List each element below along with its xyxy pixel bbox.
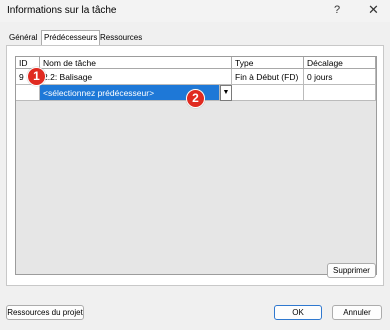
new-row-lag-cell[interactable]: [304, 85, 376, 101]
tab-resources[interactable]: Ressources: [100, 31, 142, 44]
help-button[interactable]: ?: [334, 4, 340, 16]
tab-panel: ID Nom de tâche Type Décalage 9 2.2: Bal…: [6, 45, 384, 286]
new-row-id-cell[interactable]: [16, 85, 40, 101]
header-type: Type: [232, 57, 304, 69]
close-button[interactable]: ✕: [368, 2, 379, 18]
ok-button[interactable]: OK: [274, 305, 322, 320]
header-task-name: Nom de tâche: [40, 57, 232, 69]
step-badge-2: 2: [186, 89, 205, 108]
chevron-down-icon[interactable]: ▼: [220, 85, 232, 101]
tab-predecessors[interactable]: Prédécesseurs: [41, 30, 101, 45]
step-badge-1: 1: [27, 67, 46, 86]
row-lag-cell[interactable]: 0 jours: [304, 69, 376, 85]
header-lag: Décalage: [304, 57, 376, 69]
row-type-cell[interactable]: Fin à Début (FD): [232, 69, 304, 85]
cancel-button[interactable]: Annuler: [332, 305, 382, 320]
project-resources-button[interactable]: Ressources du projet: [6, 305, 84, 320]
delete-button[interactable]: Supprimer: [327, 263, 376, 278]
row-task-name-cell[interactable]: 2.2: Balisage: [40, 69, 232, 85]
tab-general[interactable]: Général: [9, 31, 37, 44]
title-bar: Informations sur la tâche ? ✕: [0, 0, 390, 22]
window-title: Informations sur la tâche: [7, 5, 117, 16]
new-row-type-cell[interactable]: [232, 85, 304, 101]
